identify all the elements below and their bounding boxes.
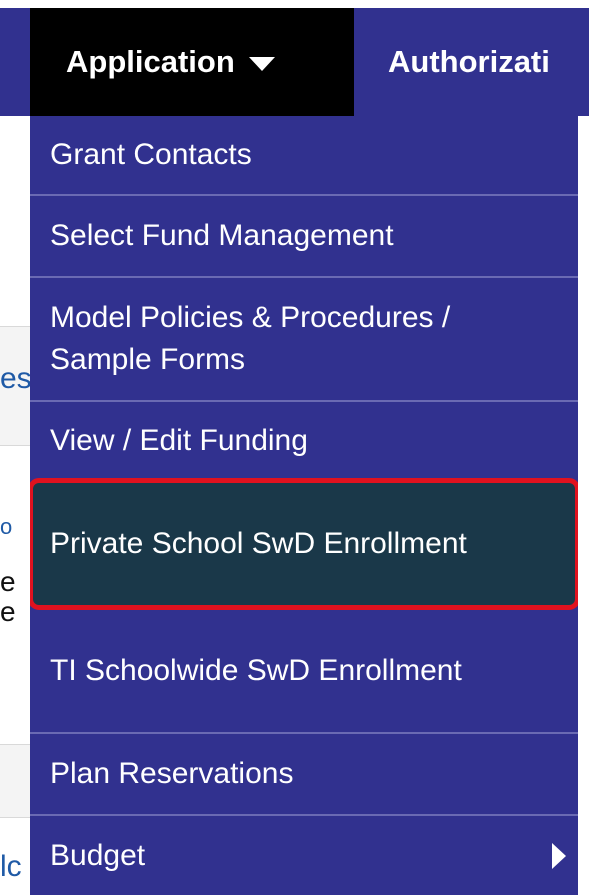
menu-item-label: Select Fund Management: [50, 219, 394, 252]
background-text-fragment: o: [0, 514, 13, 539]
background-text-fragment: e: [0, 596, 16, 627]
nav-authorization-menu[interactable]: Authorizati: [388, 8, 550, 116]
menu-item-budget[interactable]: Budget: [30, 816, 578, 895]
background-text-fragment: es: [0, 362, 30, 395]
menu-item-label: Budget: [50, 838, 146, 872]
nav-application-label: Application: [66, 44, 235, 79]
menu-item-label: Plan Reservations: [50, 757, 294, 790]
caret-down-icon: [248, 57, 275, 71]
menu-item-private-school-swd-enrollment[interactable]: Private School SwD Enrollment: [30, 478, 578, 610]
background-text-fragment: lc: [0, 850, 22, 883]
menu-item-plan-reservations[interactable]: Plan Reservations: [30, 734, 578, 814]
menu-item-model-policies[interactable]: Model Policies & Procedures / Sample For…: [30, 278, 578, 400]
page-edge: [578, 116, 589, 895]
menu-item-label: TI Schoolwide SwD Enrollment: [50, 654, 462, 687]
menu-item-label: View / Edit Funding: [50, 424, 308, 457]
menu-item-select-fund-management[interactable]: Select Fund Management: [30, 196, 578, 276]
menu-item-grant-contacts[interactable]: Grant Contacts: [30, 116, 578, 194]
menu-item-view-edit-funding[interactable]: View / Edit Funding: [30, 402, 578, 480]
menu-item-label: Grant Contacts: [50, 138, 252, 171]
caret-right-icon: [552, 842, 566, 869]
menu-item-label: Model Policies & Procedures / Sample For…: [50, 301, 451, 376]
menu-item-label: Private School SwD Enrollment: [50, 527, 467, 560]
application-dropdown-menu: Grant Contacts Select Fund Management Mo…: [30, 116, 578, 895]
background-row: [0, 744, 30, 818]
nav-authorization-label: Authorizati: [388, 44, 550, 79]
top-navbar: Application Authorizati: [0, 8, 589, 116]
menu-item-ti-schoolwide-swd-enrollment[interactable]: TI Schoolwide SwD Enrollment: [30, 610, 578, 732]
background-text-fragment: e: [0, 566, 16, 597]
nav-application-menu[interactable]: Application: [30, 8, 354, 116]
